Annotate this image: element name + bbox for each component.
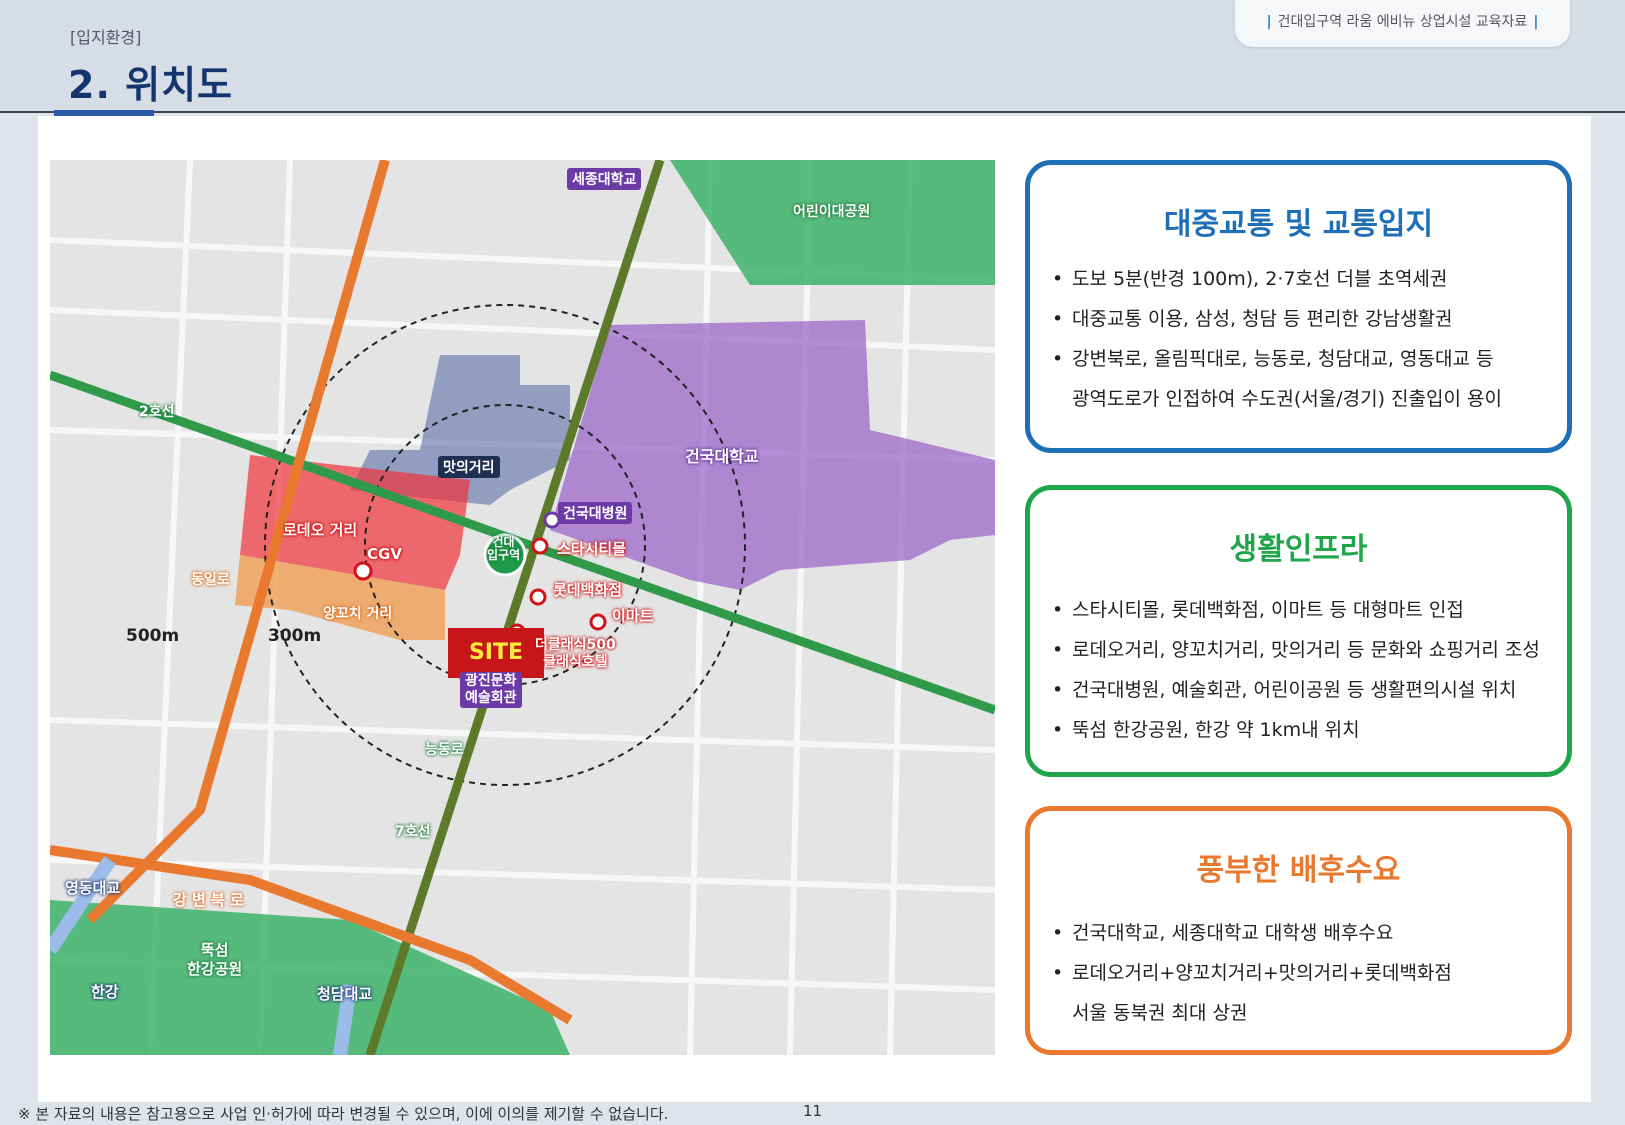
konkuk-hosp-marker: [543, 511, 561, 529]
label-starcity: 스타시티몰: [557, 540, 627, 558]
list-item: 스타시티몰, 롯데백화점, 이마트 등 대형마트 인접: [1030, 590, 1567, 630]
list-item: 서울 동북권 최대 상권: [1072, 1002, 1248, 1024]
map-graphic: [50, 160, 995, 1055]
label-cheongdam-bridge: 청담대교: [317, 985, 373, 1003]
section-category: [입지환경]: [70, 28, 142, 47]
label-lotte: 롯데백화점: [553, 581, 623, 599]
card-transport-title: 대중교통 및 교통입지: [1163, 207, 1434, 242]
footer-note: ※ 본 자료의 내용은 참고용으로 사업 인·허가에 따라 변경될 수 있으며,…: [18, 1105, 669, 1123]
label-gangbyeon-ro: 강 변 북 로: [173, 891, 244, 909]
list-item: 대중교통 이용, 삼성, 청담 등 편리한 강남생활권: [1030, 299, 1567, 339]
list-item: 건국대병원, 예술회관, 어린이공원 등 생활편의시설 위치: [1030, 670, 1567, 710]
starcity-marker: [531, 537, 549, 555]
card-transport: 대중교통 및 교통입지 도보 5분(반경 100m), 2·7호선 더블 초역세…: [1025, 160, 1572, 453]
label-youngdong-bridge: 영동대교: [65, 879, 121, 897]
label-hangang: 한강: [91, 983, 119, 1001]
emart-marker: [589, 613, 607, 631]
page-title: 2. 위치도: [68, 63, 233, 107]
label-art-center: 광진문화 예술회관: [460, 672, 522, 708]
label-rodeo: 로데오 거리: [283, 521, 358, 539]
list-item: 도보 5분(반경 100m), 2·7호선 더블 초역세권: [1030, 259, 1567, 299]
label-cgv: CGV: [367, 545, 402, 563]
cgv-marker: [353, 561, 373, 581]
label-line2: 2호선: [139, 404, 175, 420]
label-classic500: 더클래식500 클래식호텔: [535, 637, 616, 670]
label-radius-500m: 500m: [126, 626, 180, 646]
label-sejong: 세종대학교: [567, 168, 642, 190]
label-neungdong-ro: 능동로: [425, 742, 464, 758]
label-line7: 7호선: [395, 824, 431, 840]
card-infra: 생활인프라 스타시티몰, 롯데백화점, 이마트 등 대형마트 인접 로데오거리,…: [1025, 485, 1572, 777]
lotte-marker: [529, 588, 547, 606]
list-item: 로데오거리, 양꼬치거리, 맛의거리 등 문화와 쇼핑거리 조성: [1030, 630, 1567, 670]
location-map: 세종대학교 어린이대공원 2호선 맛의거리 건국대학교 건국대병원 건대 입구역…: [50, 160, 995, 1055]
label-matui: 맛의거리: [438, 456, 500, 478]
list-item: 건국대학교, 세종대학교 대학생 배후수요: [1030, 913, 1567, 953]
label-station: 건대 입구역: [487, 535, 521, 562]
label-konkuk-univ: 건국대학교: [685, 447, 759, 466]
card-transport-list: 도보 5분(반경 100m), 2·7호선 더블 초역세권 대중교통 이용, 삼…: [1030, 259, 1567, 419]
page-number: 11: [803, 1102, 823, 1120]
header-divider: [0, 111, 1625, 113]
label-dongil-ro: 동일로: [191, 572, 230, 588]
label-radius-300m: 300m: [268, 626, 322, 646]
list-item: 광역도로가 인접하여 수도권(서울/경기) 진출입이 용이: [1072, 388, 1502, 410]
card-demand-title: 풍부한 배후수요: [1196, 853, 1401, 888]
badge-text: 건대입구역 라움 에비뉴 상업시설 교육자료: [1277, 14, 1528, 30]
label-konkuk-hosp: 건국대병원: [558, 502, 633, 524]
label-emart: 이마트: [612, 607, 654, 625]
list-item: 강변북로, 올림픽대로, 능동로, 청담대교, 영동대교 등: [1030, 339, 1567, 379]
card-infra-title: 생활인프라: [1229, 532, 1368, 567]
label-ttukseom-park: 뚝섬 한강공원: [187, 941, 243, 978]
card-infra-list: 스타시티몰, 롯데백화점, 이마트 등 대형마트 인접 로데오거리, 양꼬치거리…: [1030, 590, 1567, 750]
document-badge: | 건대입구역 라움 에비뉴 상업시설 교육자료 |: [1235, 0, 1570, 47]
list-item: 로데오거리+양꼬치거리+맛의거리+롯데백화점: [1030, 953, 1567, 993]
list-item: 뚝섬 한강공원, 한강 약 1km내 위치: [1030, 710, 1567, 750]
card-demand: 풍부한 배후수요 건국대학교, 세종대학교 대학생 배후수요 로데오거리+양꼬치…: [1025, 806, 1572, 1055]
label-children-park: 어린이대공원: [793, 204, 871, 220]
label-yangkkochi: 양꼬치 거리: [323, 606, 393, 622]
card-demand-list: 건국대학교, 세종대학교 대학생 배후수요 로데오거리+양꼬치거리+맛의거리+롯…: [1030, 913, 1567, 1033]
